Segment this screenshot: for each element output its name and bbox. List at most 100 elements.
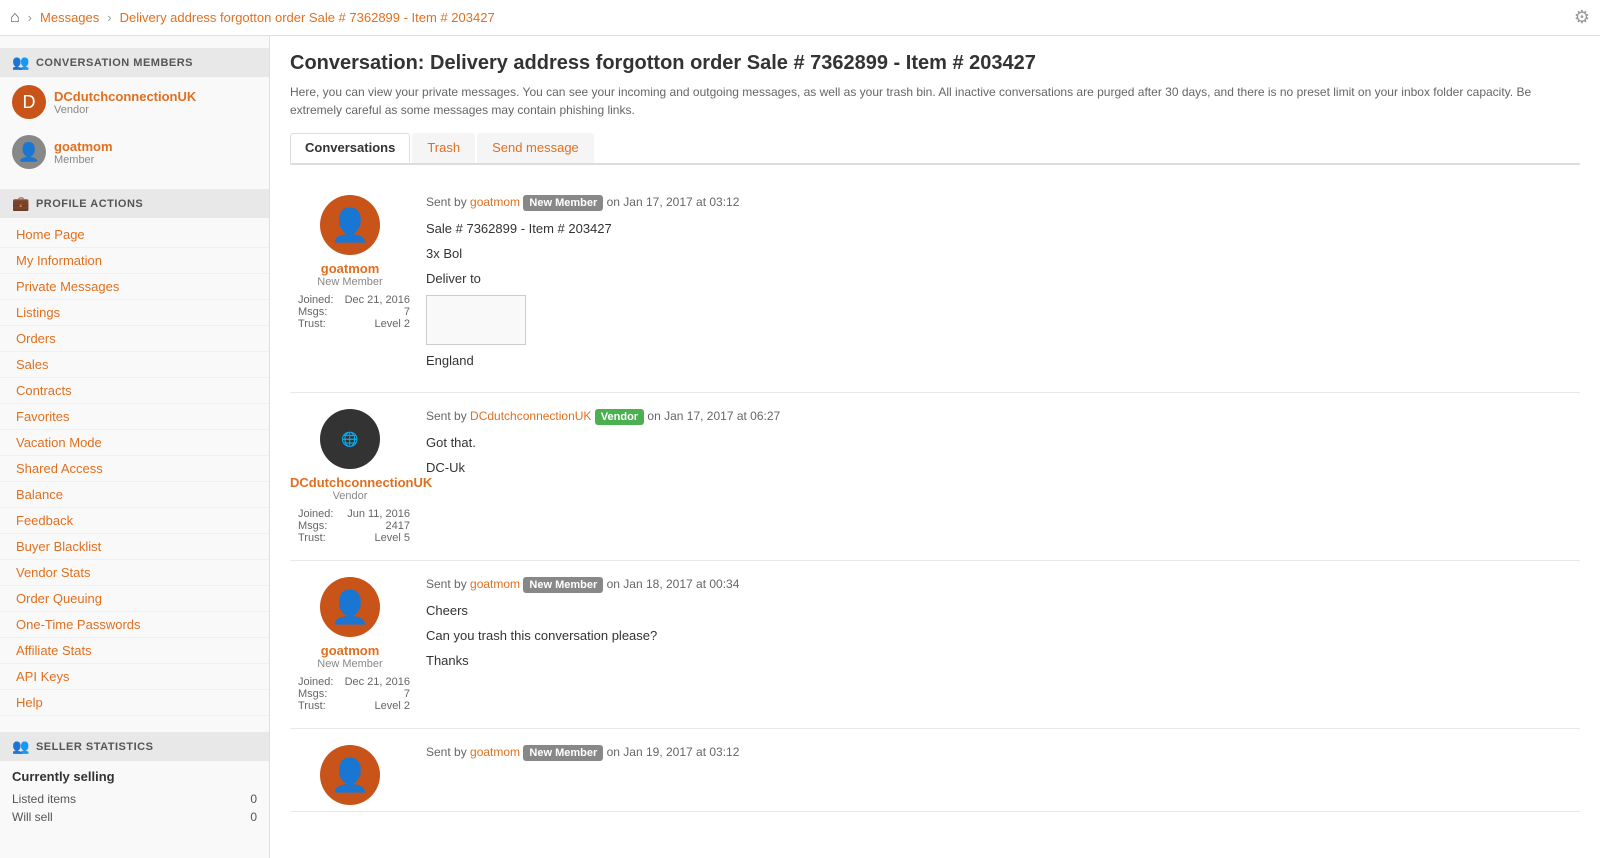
- link-one-time-passwords[interactable]: One-Time Passwords: [0, 612, 269, 638]
- link-private-messages[interactable]: Private Messages: [0, 274, 269, 300]
- badge-vendor-2: Vendor: [595, 409, 644, 425]
- message-meta-4: Sent by goatmom New Member on Jan 19, 20…: [426, 745, 1580, 761]
- listed-items-row: Listed items 0: [12, 790, 257, 808]
- tab-send-message[interactable]: Send message: [477, 133, 594, 163]
- stats-icon: 👥: [12, 738, 30, 755]
- will-sell-label: Will sell: [12, 810, 53, 824]
- link-order-queuing[interactable]: Order Queuing: [0, 586, 269, 612]
- sender-stats-3: Joined:Dec 21, 2016 Msgs:7 Trust:Level 2: [290, 676, 410, 712]
- message-block-1: 👤 goatmom New Member Joined:Dec 21, 2016…: [290, 179, 1580, 393]
- message-body-3: Cheers Can you trash this conversation p…: [426, 601, 1580, 671]
- member-avatar: 👤: [12, 135, 46, 169]
- listed-items-value: 0: [250, 792, 257, 806]
- profile-actions-list: Home Page My Information Private Message…: [0, 218, 269, 720]
- message-block-4: 👤 Sent by goatmom New Member on Jan 19, …: [290, 729, 1580, 812]
- will-sell-row: Will sell 0: [12, 808, 257, 826]
- vendor-info: DCdutchconnectionUK Vendor: [54, 89, 196, 116]
- sender-col-4: 👤: [290, 745, 410, 811]
- sender-link-1[interactable]: goatmom: [470, 195, 520, 209]
- link-favorites[interactable]: Favorites: [0, 404, 269, 430]
- sender-role-1: New Member: [290, 276, 410, 288]
- link-help[interactable]: Help: [0, 690, 269, 716]
- link-vendor-stats[interactable]: Vendor Stats: [0, 560, 269, 586]
- sender-role-2: Vendor: [290, 490, 410, 502]
- sender-stats-2: Joined:Jun 11, 2016 Msgs:2417 Trust:Leve…: [290, 508, 410, 544]
- sender-avatar-1: 👤: [320, 195, 380, 255]
- sender-name-2[interactable]: DCdutchconnectionUK: [290, 475, 410, 490]
- link-affiliate-stats[interactable]: Affiliate Stats: [0, 638, 269, 664]
- message-date-4: on Jan 19, 2017 at 03:12: [607, 745, 740, 759]
- settings-icon[interactable]: ⚙: [1574, 7, 1590, 28]
- message-date-3: on Jan 18, 2017 at 00:34: [607, 577, 740, 591]
- members-icon: 👥: [12, 54, 30, 71]
- message-block-2: 🌐 DCdutchconnectionUK Vendor Joined:Jun …: [290, 393, 1580, 561]
- sender-link-3[interactable]: goatmom: [470, 577, 520, 591]
- member-item-member: 👤 goatmom Member: [0, 127, 269, 177]
- page-layout: 👥 CONVERSATION MEMBERS D DCdutchconnecti…: [0, 36, 1600, 858]
- page-title: Conversation: Delivery address forgotton…: [290, 52, 1580, 75]
- member-info: goatmom Member: [54, 139, 113, 166]
- link-sales[interactable]: Sales: [0, 352, 269, 378]
- message-tabs: Conversations Trash Send message: [290, 133, 1580, 165]
- top-navigation: ⌂ › Messages › Delivery address forgotto…: [0, 0, 1600, 36]
- vendor-name[interactable]: DCdutchconnectionUK: [54, 89, 196, 104]
- badge-new-member-3: New Member: [523, 577, 603, 593]
- will-sell-value: 0: [250, 810, 257, 824]
- vendor-avatar: D: [12, 85, 46, 119]
- message-content-4: Sent by goatmom New Member on Jan 19, 20…: [426, 745, 1580, 811]
- sender-name-3[interactable]: goatmom: [290, 643, 410, 658]
- sender-link-4[interactable]: goatmom: [470, 745, 520, 759]
- message-meta-1: Sent by goatmom New Member on Jan 17, 20…: [426, 195, 1580, 211]
- member-role: Member: [54, 154, 113, 166]
- message-content-1: Sent by goatmom New Member on Jan 17, 20…: [426, 195, 1580, 376]
- profile-actions-header: 💼 PROFILE ACTIONS: [0, 189, 269, 218]
- badge-new-member-1: New Member: [523, 195, 603, 211]
- message-content-3: Sent by goatmom New Member on Jan 18, 20…: [426, 577, 1580, 712]
- member-name[interactable]: goatmom: [54, 139, 113, 154]
- message-date-1: on Jan 17, 2017 at 03:12: [607, 195, 740, 209]
- sender-name-1[interactable]: goatmom: [290, 261, 410, 276]
- link-api-keys[interactable]: API Keys: [0, 664, 269, 690]
- vendor-role: Vendor: [54, 104, 196, 116]
- link-orders[interactable]: Orders: [0, 326, 269, 352]
- link-home-page[interactable]: Home Page: [0, 222, 269, 248]
- nav-messages[interactable]: Messages: [40, 10, 99, 25]
- message-body-2: Got that. DC-Uk: [426, 433, 1580, 479]
- address-box-1: [426, 295, 526, 345]
- tab-conversations[interactable]: Conversations: [290, 133, 410, 163]
- link-listings[interactable]: Listings: [0, 300, 269, 326]
- listed-items-label: Listed items: [12, 792, 76, 806]
- main-content: Conversation: Delivery address forgotton…: [270, 36, 1600, 858]
- link-my-information[interactable]: My Information: [0, 248, 269, 274]
- link-contracts[interactable]: Contracts: [0, 378, 269, 404]
- link-feedback[interactable]: Feedback: [0, 508, 269, 534]
- link-vacation-mode[interactable]: Vacation Mode: [0, 430, 269, 456]
- sender-stats-1: Joined:Dec 21, 2016 Msgs:7 Trust:Level 2: [290, 294, 410, 330]
- briefcase-icon: 💼: [12, 195, 30, 212]
- tab-trash[interactable]: Trash: [412, 133, 475, 163]
- conversation-members-header: 👥 CONVERSATION MEMBERS: [0, 48, 269, 77]
- sender-link-2[interactable]: DCdutchconnectionUK: [470, 409, 591, 423]
- sender-col-2: 🌐 DCdutchconnectionUK Vendor Joined:Jun …: [290, 409, 410, 544]
- sender-avatar-2: 🌐: [320, 409, 380, 469]
- home-icon[interactable]: ⌂: [10, 9, 20, 27]
- sender-avatar-3: 👤: [320, 577, 380, 637]
- sender-avatar-4: 👤: [320, 745, 380, 805]
- link-balance[interactable]: Balance: [0, 482, 269, 508]
- message-meta-2: Sent by DCdutchconnectionUK Vendor on Ja…: [426, 409, 1580, 425]
- seller-stats-body: Currently selling Listed items 0 Will se…: [0, 761, 269, 834]
- link-shared-access[interactable]: Shared Access: [0, 456, 269, 482]
- message-date-2: on Jan 17, 2017 at 06:27: [647, 409, 780, 423]
- sender-role-3: New Member: [290, 658, 410, 670]
- profile-actions-section: 💼 PROFILE ACTIONS Home Page My Informati…: [0, 189, 269, 720]
- message-body-1: Sale # 7362899 - Item # 203427 3x Bol De…: [426, 219, 1580, 372]
- link-buyer-blacklist[interactable]: Buyer Blacklist: [0, 534, 269, 560]
- nav-conversation[interactable]: Delivery address forgotton order Sale # …: [120, 10, 495, 25]
- seller-statistics-header: 👥 SELLER STATISTICS: [0, 732, 269, 761]
- message-content-2: Sent by DCdutchconnectionUK Vendor on Ja…: [426, 409, 1580, 544]
- page-description: Here, you can view your private messages…: [290, 83, 1580, 119]
- member-item-vendor: D DCdutchconnectionUK Vendor: [0, 77, 269, 127]
- message-block-3: 👤 goatmom New Member Joined:Dec 21, 2016…: [290, 561, 1580, 729]
- seller-statistics-section: 👥 SELLER STATISTICS Currently selling Li…: [0, 732, 269, 834]
- message-meta-3: Sent by goatmom New Member on Jan 18, 20…: [426, 577, 1580, 593]
